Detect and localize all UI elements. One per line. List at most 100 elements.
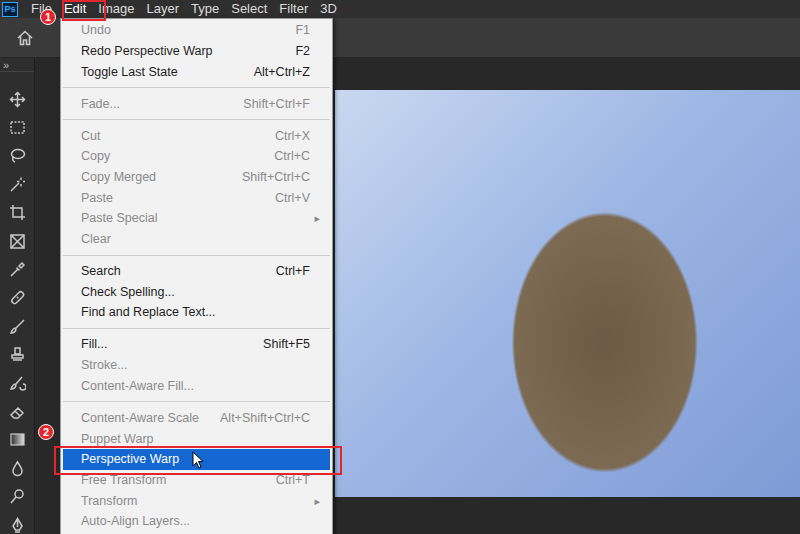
menu-item-end: Ctrl+F [264,264,310,278]
menu-bar-item[interactable]: Select [231,1,267,17]
menu-item-label: Copy Merged [81,170,230,184]
menu-item-shortcut: Ctrl+F [276,264,310,278]
menu-item[interactable]: Copy Merged Shift+Ctrl+C [63,167,330,188]
eyedropper-icon [9,261,26,278]
tool-button[interactable] [9,85,26,113]
tool-button[interactable] [9,397,26,425]
separator-line [63,255,330,256]
tool-button[interactable] [9,426,26,454]
menu-item[interactable]: CutCtrl+X [63,125,330,146]
menu-item[interactable]: PasteCtrl+V [63,187,330,208]
cursor-icon [192,451,204,469]
menu-separator [63,396,330,407]
tool-button[interactable] [9,511,26,534]
menu-item-label: Search [81,264,264,278]
menu-item-shortcut: Shift+F5 [263,337,310,351]
menu-bar-item[interactable]: Edit [64,1,86,17]
menu-item[interactable]: Search Ctrl+F [63,261,330,282]
eraser-icon [9,403,26,420]
menu-item[interactable]: Clear [63,229,330,250]
tool-button[interactable] [9,284,26,312]
tool-button[interactable] [9,312,26,340]
magic-wand-icon [9,176,26,193]
tool-button[interactable] [9,142,26,170]
menu-item[interactable]: Stroke... [63,355,330,376]
dodge-icon [9,488,26,505]
menu-item-label: Puppet Warp [81,432,310,446]
menu-item-label: Paste [81,191,263,205]
menu-item-end: Shift+F5 [251,337,310,351]
stamp-icon [9,346,26,363]
menu-separator [63,323,330,334]
tool-button[interactable] [9,227,26,255]
menu-item-label: Copy [81,149,262,163]
tool-button[interactable] [9,454,26,482]
separator-line [63,401,330,402]
menu-item[interactable]: Free TransformCtrl+T [63,470,330,491]
menu-item-end: Shift+Ctrl+F [231,97,310,111]
menu-bar-item[interactable]: Image [98,1,134,17]
toolbar: » [0,58,35,534]
menu-item[interactable]: Content-Aware Fill... [63,376,330,397]
tool-button[interactable] [9,199,26,227]
frame-icon [9,233,26,250]
submenu-arrow: ▸ [314,212,320,224]
menu-item-end: Ctrl+X [263,129,310,143]
menu-item[interactable]: Fill... Shift+F5 [63,334,330,355]
menu-bar-items: FileEditImageLayerTypeSelectFilter3D [31,1,337,17]
menu-item-end: Alt+Shift+Ctrl+C [208,411,310,425]
move-icon [9,91,26,108]
blur-icon [9,460,26,477]
home-icon[interactable] [16,29,34,47]
menu-item[interactable]: Transform▸ [63,490,330,511]
menu-item-end: F2 [283,44,310,58]
menu-item-end: Ctrl+C [262,149,310,163]
tool-button[interactable] [9,170,26,198]
menu-item-shortcut: Alt+Shift+Ctrl+C [220,411,310,425]
menu-item[interactable]: UndoF1 [63,20,330,41]
menu-item-shortcut: Ctrl+X [275,129,310,143]
menu-bar-item[interactable]: 3D [320,1,337,17]
tool-button[interactable] [9,341,26,369]
tool-button[interactable] [9,369,26,397]
menu-item-label: Paste Special [81,211,302,225]
tool-button[interactable] [9,255,26,283]
lasso-icon [9,147,26,164]
photoshop-window: Ps FileEditImageLayerTypeSelectFilter3D … [0,0,800,534]
menu-bar-item[interactable]: Layer [147,1,180,17]
healing-icon [9,289,26,306]
menu-separator [63,249,330,260]
menu-item[interactable]: Content-Aware ScaleAlt+Shift+Ctrl+C [63,407,330,428]
menu-item[interactable]: Fade...Shift+Ctrl+F [63,93,330,114]
menu-item[interactable]: Check Spelling... [63,281,330,302]
tool-button[interactable] [9,482,26,510]
menu-item-label: Fill... [81,337,251,351]
menu-item-shortcut: F2 [295,44,310,58]
menu-bar: Ps FileEditImageLayerTypeSelectFilter3D [0,0,800,18]
menu-item-shortcut: F1 [295,23,310,37]
menu-item-label: Fade... [81,97,231,111]
menu-item-shortcut: Ctrl+C [274,149,310,163]
menu-item-label: Auto-Align Layers... [81,514,310,528]
menu-separator [63,82,330,93]
menu-bar-item[interactable]: Type [191,1,219,17]
menu-item-shortcut: Shift+Ctrl+C [242,170,310,184]
menu-item[interactable]: Toggle Last StateAlt+Ctrl+Z [63,61,330,82]
menu-item[interactable]: Auto-Align Layers... [63,511,330,532]
menu-item[interactable]: Redo Perspective Warp F2 [63,41,330,62]
menu-bar-item[interactable]: Filter [279,1,308,17]
collapse-toggle[interactable]: » [0,58,34,72]
menu-item[interactable]: Find and Replace Text... [63,302,330,323]
separator-line [63,87,330,88]
menu-item-end: Ctrl+V [263,191,310,205]
menu-item[interactable]: Paste Special ▸ [63,208,330,229]
menu-separator [63,114,330,125]
menu-item-label: Redo Perspective Warp [81,44,283,58]
menu-item-end: Alt+Ctrl+Z [242,65,310,79]
history-brush-icon [9,375,26,392]
menu-item[interactable]: Copy Ctrl+C [63,146,330,167]
tool-button[interactable] [9,113,26,141]
cat-photo [335,90,800,497]
pen-icon [9,517,26,534]
menu-item-shortcut: Alt+Ctrl+Z [254,65,310,79]
